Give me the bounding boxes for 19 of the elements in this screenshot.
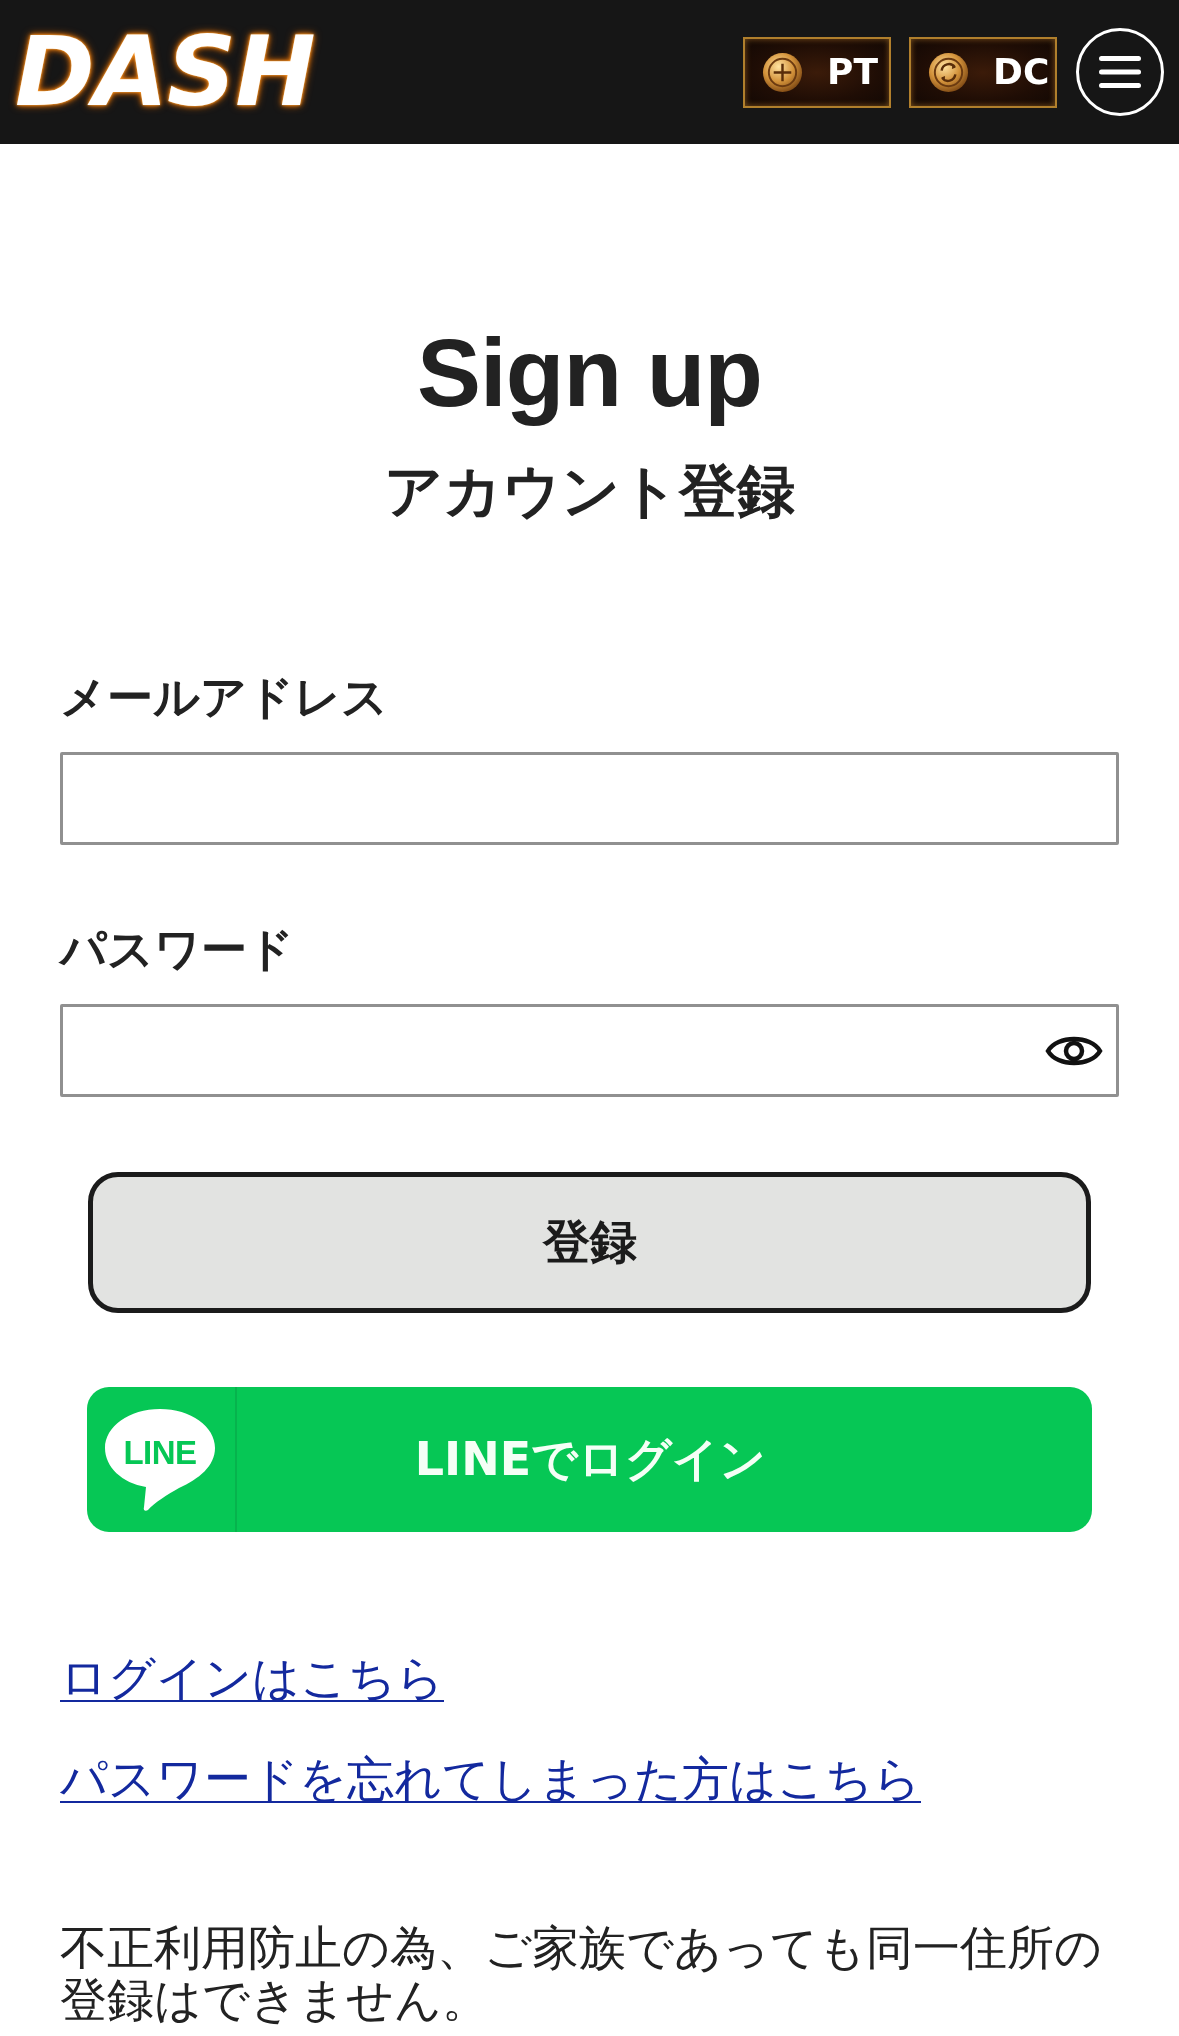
- menu-icon: [1099, 56, 1141, 88]
- currency-badge[interactable]: DC: [909, 36, 1057, 108]
- email-field[interactable]: [60, 752, 1119, 845]
- password-field[interactable]: [60, 1004, 1119, 1097]
- site-logo[interactable]: DASH: [15, 24, 315, 120]
- notice-text: 不正利用防止の為、ご家族であっても同一住所の登録はできません。: [60, 1922, 1103, 2026]
- coin-icon: [762, 51, 803, 93]
- speech-bubble-icon: [104, 1407, 216, 1512]
- page-subtitle: アカウント登録: [384, 456, 795, 526]
- currency-badge[interactable]: PT: [743, 36, 891, 108]
- text-link[interactable]: パスワードを忘れてしまった方はこちら: [60, 1751, 921, 1806]
- coin-icon: [928, 51, 969, 93]
- submit-button[interactable]: 登録: [88, 1172, 1091, 1313]
- menu-button[interactable]: [1076, 28, 1164, 116]
- field-label: パスワード: [60, 921, 294, 977]
- field-label: メールアドレス: [60, 669, 388, 725]
- line-logo-text: LINE: [123, 1434, 197, 1471]
- text-link[interactable]: ログインはこちら: [60, 1650, 444, 1705]
- page-title: Sign up: [417, 318, 762, 428]
